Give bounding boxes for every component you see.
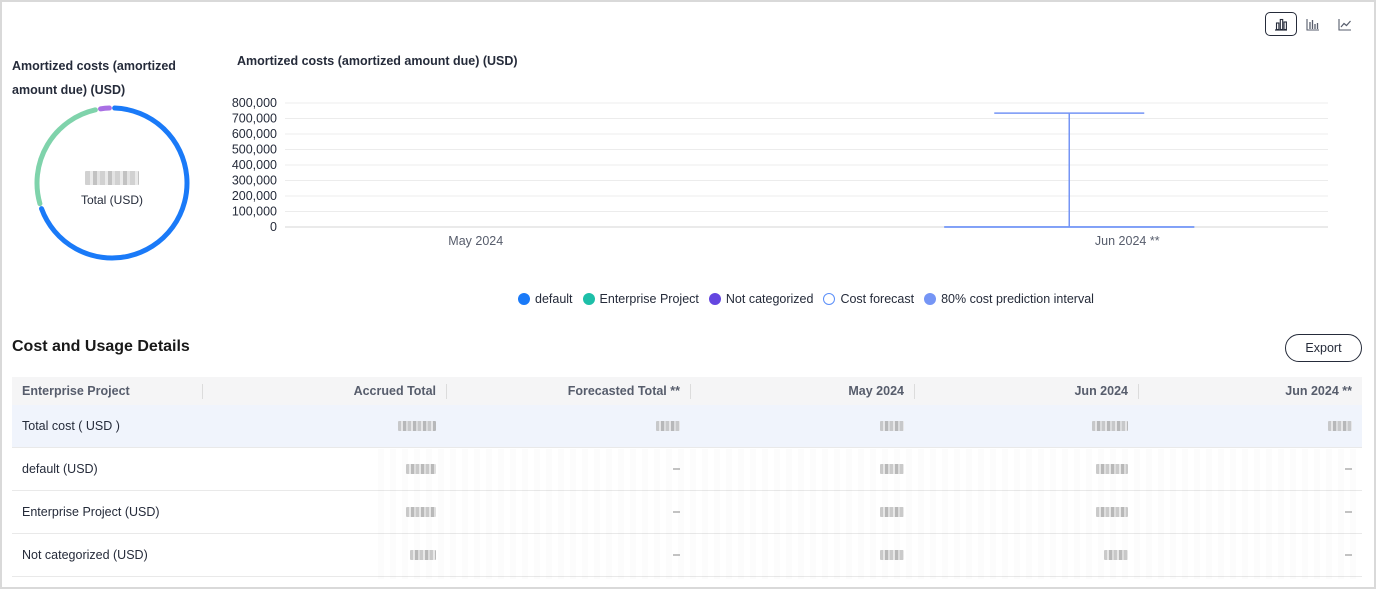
legend-label: default xyxy=(535,292,573,306)
line-chart-icon xyxy=(1338,18,1351,31)
cell-redacted xyxy=(202,448,446,491)
legend-label: Enterprise Project xyxy=(599,292,699,306)
donut-chart: Total (USD) xyxy=(32,103,192,263)
legend-item-default[interactable]: default xyxy=(518,292,573,306)
cell-redacted xyxy=(914,534,1138,577)
legend-label: Not categorized xyxy=(725,292,814,306)
y-tick-label: 700,000 xyxy=(232,112,277,126)
total-value-redacted xyxy=(85,171,139,185)
legend-item-80-cost-prediction-interval[interactable]: 80% cost prediction interval xyxy=(924,292,1094,306)
cell-redacted xyxy=(202,534,446,577)
y-tick-label: 500,000 xyxy=(232,143,277,157)
legend-item-not-categorized[interactable]: Not categorized xyxy=(708,292,814,306)
col-forecasted-total[interactable]: Forecasted Total ** xyxy=(446,377,690,405)
y-tick-label: 0 xyxy=(270,220,277,234)
y-tick-label: 600,000 xyxy=(232,127,277,141)
table-row[interactable]: Not categorized (USD) xyxy=(12,534,1362,577)
col-may-2024[interactable]: May 2024 xyxy=(690,377,914,405)
chart-view-toggle xyxy=(1265,12,1361,36)
chart-title: Amortized costs (amortized amount due) (… xyxy=(237,54,518,68)
row-label: default (USD) xyxy=(22,462,98,476)
col-jun-2024-forecast[interactable]: Jun 2024 ** xyxy=(1138,377,1362,405)
line-chart-view-button[interactable] xyxy=(1329,12,1361,36)
table-row[interactable]: default (USD) xyxy=(12,448,1362,491)
cell-redacted xyxy=(202,405,446,448)
legend-item-enterprise-project[interactable]: Enterprise Project xyxy=(582,292,699,306)
table-row-total[interactable]: Total cost ( USD ) xyxy=(12,405,1362,448)
cell-redacted xyxy=(690,405,914,448)
row-label: Total cost ( USD ) xyxy=(22,419,120,433)
legend-label: 80% cost prediction interval xyxy=(941,292,1094,306)
legend-marker-icon xyxy=(708,293,721,305)
export-button[interactable]: Export xyxy=(1285,334,1362,362)
row-label: Not categorized (USD) xyxy=(22,548,148,562)
col-jun-2024[interactable]: Jun 2024 xyxy=(914,377,1138,405)
cell-empty-dash xyxy=(1138,534,1362,577)
legend-item-cost-forecast[interactable]: Cost forecast xyxy=(823,292,914,306)
cell-redacted xyxy=(690,448,914,491)
donut-center: Total (USD) xyxy=(32,171,192,207)
stacked-bar-view-button[interactable] xyxy=(1297,12,1329,36)
x-tick-label: May 2024 xyxy=(448,234,503,248)
row-label: Enterprise Project (USD) xyxy=(22,505,160,519)
cell-empty-dash xyxy=(446,448,690,491)
cost-details-table: Enterprise Project Accrued Total Forecas… xyxy=(12,377,1362,577)
cell-empty-dash xyxy=(1138,448,1362,491)
x-tick-label: Jun 2024 ** xyxy=(1095,234,1160,248)
chart-legend: default Enterprise Project Not categorized… xyxy=(518,292,1094,306)
cell-redacted xyxy=(202,491,446,534)
donut-center-label: Total (USD) xyxy=(80,193,143,207)
col-accrued-total[interactable]: Accrued Total xyxy=(202,377,446,405)
legend-marker-icon xyxy=(924,293,937,305)
cell-redacted xyxy=(914,448,1138,491)
cell-empty-dash xyxy=(1138,491,1362,534)
donut-title: Amortized costs (amortized amount due) (… xyxy=(12,59,176,97)
cell-empty-dash xyxy=(446,534,690,577)
cell-redacted xyxy=(914,405,1138,448)
cell-redacted xyxy=(690,534,914,577)
y-tick-label: 400,000 xyxy=(232,158,277,172)
table-row[interactable]: Enterprise Project (USD) xyxy=(12,491,1362,534)
section-title: Cost and Usage Details xyxy=(12,338,190,355)
cell-redacted xyxy=(1138,405,1362,448)
table-header: Enterprise Project Accrued Total Forecas… xyxy=(12,377,1362,405)
donut-segment-not-categorized[interactable] xyxy=(98,105,112,112)
bar-chart-icon xyxy=(1275,18,1287,31)
legend-label: Cost forecast xyxy=(840,292,915,306)
cost-chart: 800,000 700,000600,000 500,000400,000 300,0… xyxy=(232,96,1328,248)
legend-marker-icon xyxy=(518,293,530,305)
stacked-bar-icon xyxy=(1306,18,1319,31)
col-enterprise-project[interactable]: Enterprise Project xyxy=(12,377,202,405)
cell-empty-dash xyxy=(446,491,690,534)
bar-chart-view-button[interactable] xyxy=(1265,12,1297,36)
cell-redacted xyxy=(914,491,1138,534)
y-tick-label: 100,000 xyxy=(232,205,277,219)
y-tick-label: 300,000 xyxy=(232,174,277,188)
y-tick-label: 800,000 xyxy=(232,96,277,110)
legend-marker-icon xyxy=(582,293,595,305)
y-tick-label: 200,000 xyxy=(232,189,277,203)
cell-redacted xyxy=(446,405,690,448)
cell-redacted xyxy=(690,491,914,534)
legend-marker-icon xyxy=(823,293,836,305)
